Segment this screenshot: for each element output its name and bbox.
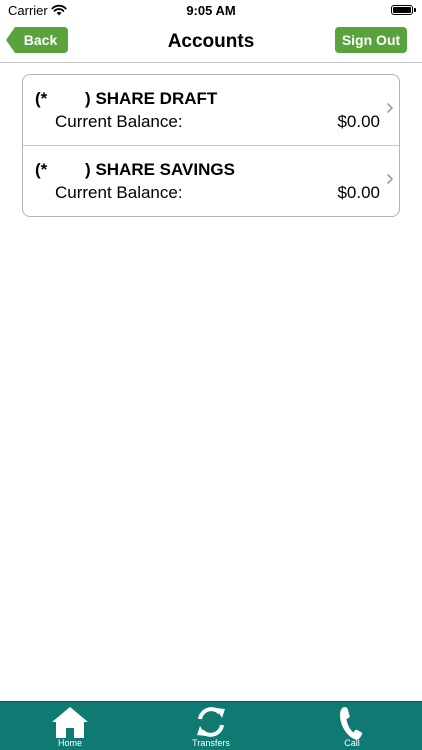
tab-call[interactable]: Call [312,702,392,750]
account-name: (* ) SHARE SAVINGS [35,160,235,179]
chevron-right-icon [387,103,393,113]
navigation-bar: Back Accounts Sign Out [0,22,422,63]
account-row-share-savings[interactable]: (* ) SHARE SAVINGS Current Balance: $0.0… [23,145,399,216]
balance-value: $0.00 [337,183,380,202]
status-bar: Carrier 9:05 AM [0,0,422,22]
transfers-icon [197,707,225,737]
account-name: (* ) SHARE DRAFT [35,89,218,108]
tab-bar: Home Transfers Call [0,701,422,750]
chevron-right-icon [387,174,393,184]
tab-label: Call [344,738,360,748]
balance-value: $0.00 [337,112,380,131]
tab-label: Transfers [192,738,230,748]
balance-label: Current Balance: [55,112,183,131]
battery-icon [391,5,416,15]
tab-transfers[interactable]: Transfers [171,702,251,750]
phone-icon [340,707,363,740]
account-row-share-draft[interactable]: (* ) SHARE DRAFT Current Balance: $0.00 [23,75,399,145]
tab-home[interactable]: Home [30,702,110,750]
home-icon [52,707,88,738]
accounts-list: (* ) SHARE DRAFT Current Balance: $0.00 … [22,74,400,217]
battery-fill [393,7,411,13]
status-time: 9:05 AM [186,3,236,18]
sign-out-button[interactable]: Sign Out [335,27,407,53]
balance-label: Current Balance: [55,183,183,202]
tab-label: Home [57,738,82,748]
battery-tip [414,8,416,12]
